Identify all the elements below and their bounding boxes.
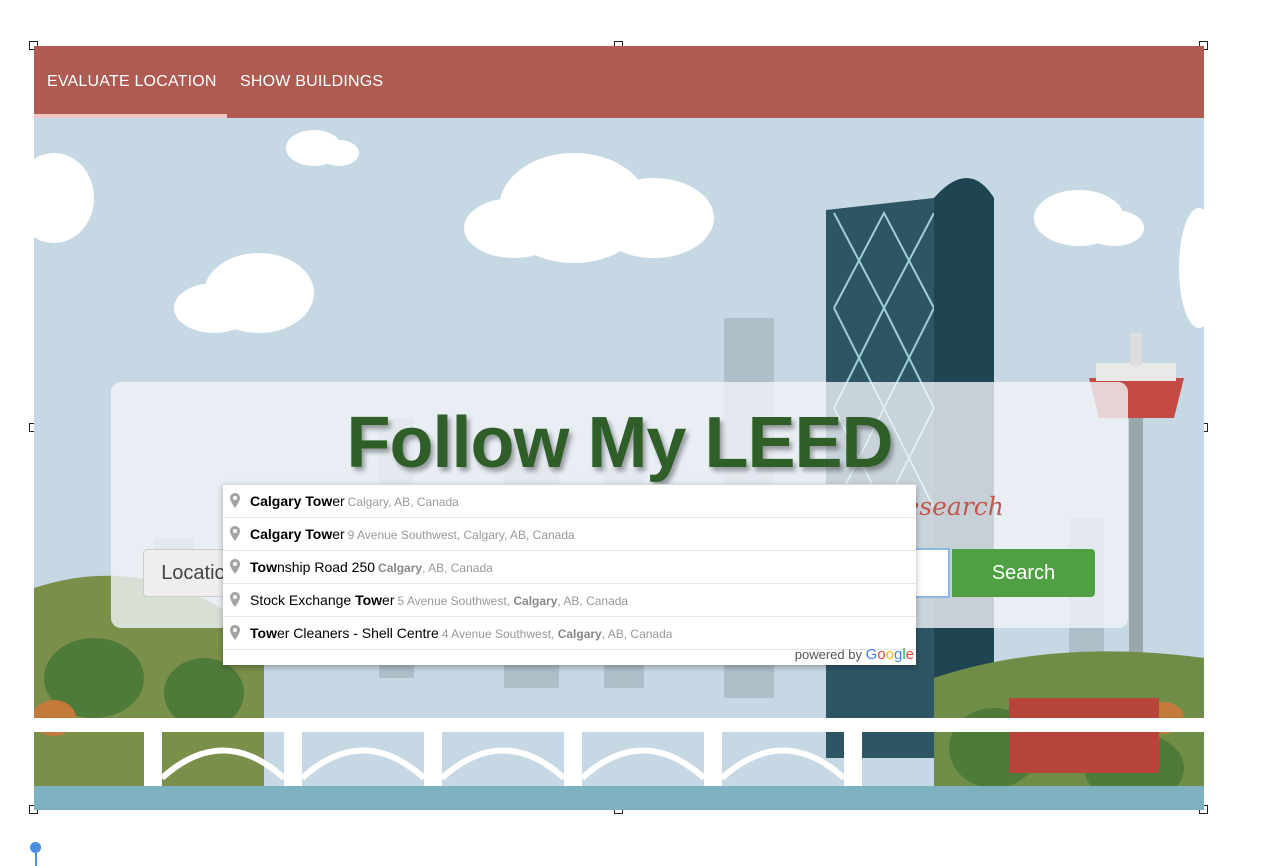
suggestion-text: Tower Cleaners - Shell Centre 4 Avenue So… (250, 625, 673, 641)
suggestion-secondary-text: Calgary, AB, Canada (378, 561, 493, 575)
suggestion-item[interactable]: Calgary Tower 9 Avenue Southwest, Calgary… (223, 518, 916, 551)
suggestion-list: Calgary Tower Calgary, AB, Canada Calgary … (223, 485, 916, 650)
search-button[interactable]: Search (952, 549, 1095, 597)
powered-by-google: powered by Google (795, 646, 914, 663)
suggestion-secondary-text: 5 Avenue Southwest, Calgary, AB, Canada (397, 594, 629, 608)
suggestion-secondary-text: 9 Avenue Southwest, Calgary, AB, Canada (347, 528, 575, 542)
map-pin-icon (230, 559, 240, 574)
suggestion-item[interactable]: Stock Exchange Tower 5 Avenue Southwest, … (223, 584, 916, 617)
hero-illustration: Follow My LEED A comprehensive toolkit f… (34, 118, 1204, 810)
anchor-pin-stem (35, 852, 37, 866)
tab-evaluate-location[interactable]: EVALUATE LOCATION (47, 46, 217, 118)
suggestion-item[interactable]: Calgary Tower Calgary, AB, Canada (223, 485, 916, 518)
suggestion-text: Calgary Tower Calgary, AB, Canada (250, 493, 459, 509)
page-title: Follow My LEED (346, 403, 893, 483)
navbar: EVALUATE LOCATION SHOW BUILDINGS (34, 46, 1204, 118)
map-pin-icon (230, 526, 240, 541)
map-pin-icon (230, 592, 240, 607)
app-screenshot: EVALUATE LOCATION SHOW BUILDINGS Follow … (34, 46, 1204, 810)
map-pin-icon (230, 493, 240, 508)
suggestion-text: Stock Exchange Tower 5 Avenue Southwest, … (250, 592, 629, 608)
autocomplete-dropdown: Calgary Tower Calgary, AB, Canada Calgary … (223, 484, 916, 665)
google-logo: Google (865, 646, 914, 663)
map-pin-icon (230, 625, 240, 640)
suggestion-secondary-text: Calgary, AB, Canada (347, 495, 459, 509)
powered-by-label: powered by (794, 647, 862, 662)
suggestion-item[interactable]: Township Road 250 Calgary, AB, Canada (223, 551, 916, 584)
tab-show-buildings[interactable]: SHOW BUILDINGS (240, 46, 383, 118)
suggestion-text: Township Road 250 Calgary, AB, Canada (250, 559, 493, 575)
suggestion-secondary-text: 4 Avenue Southwest, Calgary, AB, Canada (441, 627, 673, 641)
suggestion-text: Calgary Tower 9 Avenue Southwest, Calgary… (250, 526, 575, 542)
